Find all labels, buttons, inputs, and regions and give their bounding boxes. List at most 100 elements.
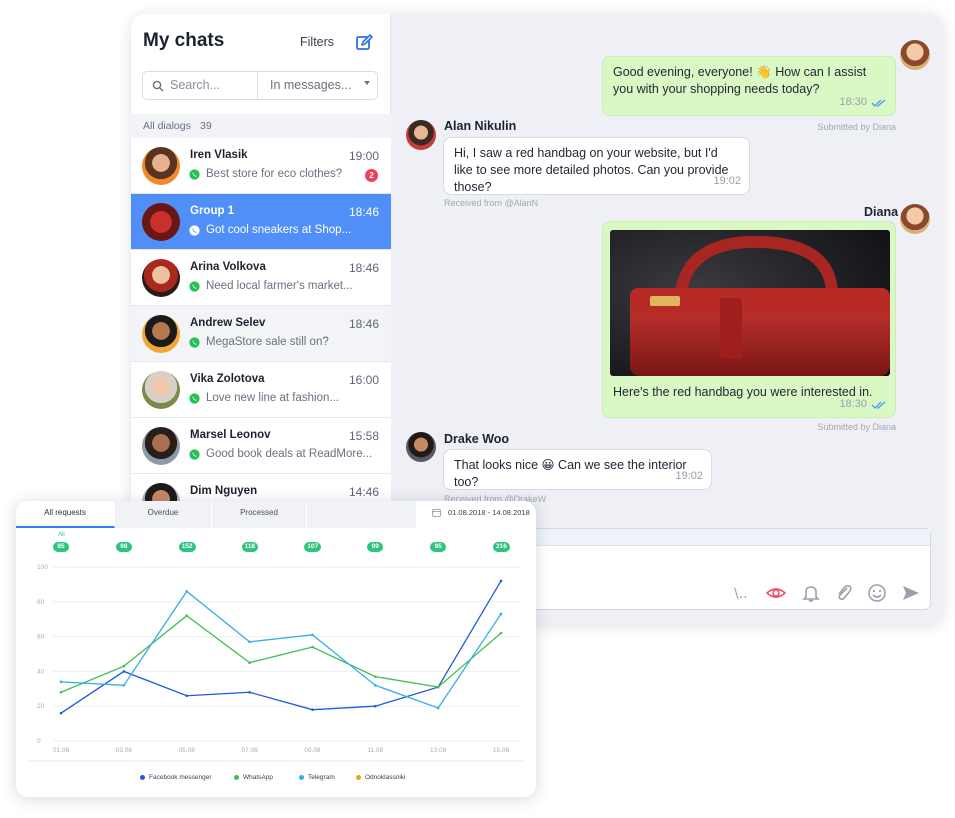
count-pill: 99 bbox=[367, 542, 384, 552]
x-tick-label: 09.08 bbox=[304, 747, 321, 754]
dialog-item[interactable]: Group 1 18:46 Got cool sneakers at Shop... bbox=[131, 194, 391, 250]
data-point[interactable] bbox=[436, 685, 440, 689]
message-text: That looks nice 😀 Can we see the interio… bbox=[454, 458, 687, 489]
data-point[interactable] bbox=[248, 661, 251, 664]
filters-button[interactable]: Filters bbox=[300, 35, 334, 49]
dialog-item[interactable]: Arina Volkova 18:46 Need local farmer's ma… bbox=[131, 250, 391, 306]
data-point[interactable] bbox=[311, 633, 314, 637]
legend-label: Telegram bbox=[308, 774, 335, 781]
chevron-down-icon[interactable] bbox=[364, 81, 370, 85]
tab-processed[interactable]: Processed bbox=[212, 501, 307, 528]
legend-swatch bbox=[140, 775, 145, 780]
search-input[interactable]: Search... In messages... bbox=[142, 71, 378, 100]
requests-report-card: All requests Overdue Processed 01.08.201… bbox=[16, 501, 536, 797]
dialog-item[interactable]: Vika Zolotova 16:00 Love new line at fashi… bbox=[131, 362, 391, 418]
dialog-name: Marsel Leonov bbox=[190, 429, 271, 441]
data-point[interactable] bbox=[122, 664, 126, 668]
series-line-telegram bbox=[60, 590, 502, 709]
data-point[interactable] bbox=[499, 612, 503, 616]
message-meta: 19:02 bbox=[713, 173, 741, 190]
data-point[interactable] bbox=[248, 640, 251, 644]
whatsapp-icon bbox=[189, 169, 200, 180]
data-point[interactable] bbox=[373, 675, 377, 678]
all-dialogs-count: 39 bbox=[200, 120, 212, 132]
compose-icon[interactable] bbox=[355, 34, 373, 52]
dialog-name: Arina Volkova bbox=[190, 261, 266, 273]
tab-all-requests[interactable]: All requests bbox=[16, 501, 115, 528]
line-chart: 0 20 40 60 80 100 01.08 03.08 05.08 07.08 09.08 11.… bbox=[28, 564, 524, 762]
message-time: 18:30 bbox=[839, 96, 867, 108]
message-text: Here's the red handbag you were interest… bbox=[613, 385, 873, 399]
message-meta: 18:30 bbox=[839, 94, 887, 111]
count-pill: 216 bbox=[493, 542, 510, 552]
whatsapp-icon bbox=[189, 393, 200, 404]
paperclip-icon[interactable] bbox=[834, 583, 854, 603]
data-point[interactable] bbox=[373, 684, 377, 687]
data-point[interactable] bbox=[311, 708, 314, 711]
all-label: All bbox=[58, 532, 65, 538]
data-point[interactable] bbox=[311, 645, 314, 649]
date-range-picker[interactable]: 01.08.2018 - 14.08.2018 bbox=[448, 508, 530, 517]
sender-name: Diana bbox=[864, 205, 899, 219]
y-tick-label: 20 bbox=[37, 703, 45, 710]
all-dialogs-label: All dialogs bbox=[143, 120, 191, 132]
dialog-time: 18:46 bbox=[348, 205, 379, 219]
send-icon[interactable] bbox=[901, 583, 921, 603]
data-point[interactable] bbox=[185, 614, 189, 618]
eye-icon[interactable] bbox=[766, 583, 786, 603]
message-caption: Submitted by Diana bbox=[817, 422, 896, 432]
dialog-item[interactable]: Andrew Selev 18:46 MegaStore sale still on… bbox=[131, 306, 391, 362]
smiley-icon[interactable] bbox=[867, 583, 887, 603]
message-text: Good evening, everyone! 👋 How can I assi… bbox=[613, 65, 867, 96]
data-point[interactable] bbox=[59, 690, 63, 694]
dialog-item[interactable]: Iren Vlasik 19:00 Best store for eco cloth… bbox=[131, 138, 391, 194]
x-tick-label: 05.08 bbox=[179, 747, 196, 754]
x-tick-label: 13.08 bbox=[430, 747, 447, 754]
data-point[interactable] bbox=[122, 670, 126, 673]
dialog-time: 19:00 bbox=[348, 149, 379, 163]
dialog-item[interactable]: Marsel Leonov 15:58 Good book deals at Rea… bbox=[131, 418, 391, 474]
avatar bbox=[142, 203, 180, 241]
avatar bbox=[142, 315, 180, 353]
dialog-name: Dim Nguyen bbox=[190, 485, 258, 497]
count-pill: 118 bbox=[241, 542, 259, 552]
bell-icon[interactable] bbox=[801, 583, 821, 603]
data-point[interactable] bbox=[373, 704, 377, 708]
data-point[interactable] bbox=[499, 631, 503, 635]
sender-name: Alan Nikulin bbox=[444, 119, 517, 133]
x-tick-label: 15.08 bbox=[493, 747, 510, 754]
x-tick-label: 01.08 bbox=[53, 747, 70, 754]
legend-label: WhatsApp bbox=[243, 774, 273, 781]
search-icon bbox=[152, 80, 164, 92]
y-tick-label: 40 bbox=[37, 668, 45, 675]
tab-overdue[interactable]: Overdue bbox=[115, 501, 212, 528]
data-point[interactable] bbox=[436, 706, 440, 710]
dialog-snippet: Good book deals at ReadMore... bbox=[206, 448, 373, 460]
quick-reply-icon[interactable]: \.. bbox=[732, 583, 752, 603]
calendar-icon[interactable] bbox=[432, 508, 441, 517]
message-time: 18:30 bbox=[839, 398, 867, 410]
legend-swatch bbox=[356, 775, 361, 780]
red-handbag-photo[interactable] bbox=[610, 230, 890, 376]
dialog-name: Group 1 bbox=[190, 205, 235, 217]
count-pill: 98 bbox=[115, 542, 132, 552]
agent-avatar bbox=[900, 204, 930, 234]
count-pill: 85 bbox=[53, 542, 69, 552]
data-point[interactable] bbox=[185, 694, 189, 698]
data-point[interactable] bbox=[185, 590, 189, 593]
avatar bbox=[142, 259, 180, 297]
data-point[interactable] bbox=[59, 680, 63, 684]
search-scope-select[interactable]: In messages... bbox=[270, 78, 351, 92]
dialog-time: 14:46 bbox=[348, 485, 379, 499]
data-point[interactable] bbox=[59, 711, 63, 715]
dialog-snippet: Got cool sneakers at Shop... bbox=[206, 224, 352, 236]
legend-swatch bbox=[299, 775, 304, 780]
avatar bbox=[142, 147, 180, 185]
y-tick-label: 60 bbox=[37, 634, 45, 641]
message-text: Hi, I saw a red handbag on your website,… bbox=[454, 146, 729, 194]
data-point[interactable] bbox=[499, 579, 503, 583]
data-point[interactable] bbox=[122, 684, 126, 687]
y-tick-label: 80 bbox=[37, 599, 45, 606]
data-point[interactable] bbox=[248, 690, 251, 694]
message-meta: 19:02 bbox=[675, 468, 703, 485]
